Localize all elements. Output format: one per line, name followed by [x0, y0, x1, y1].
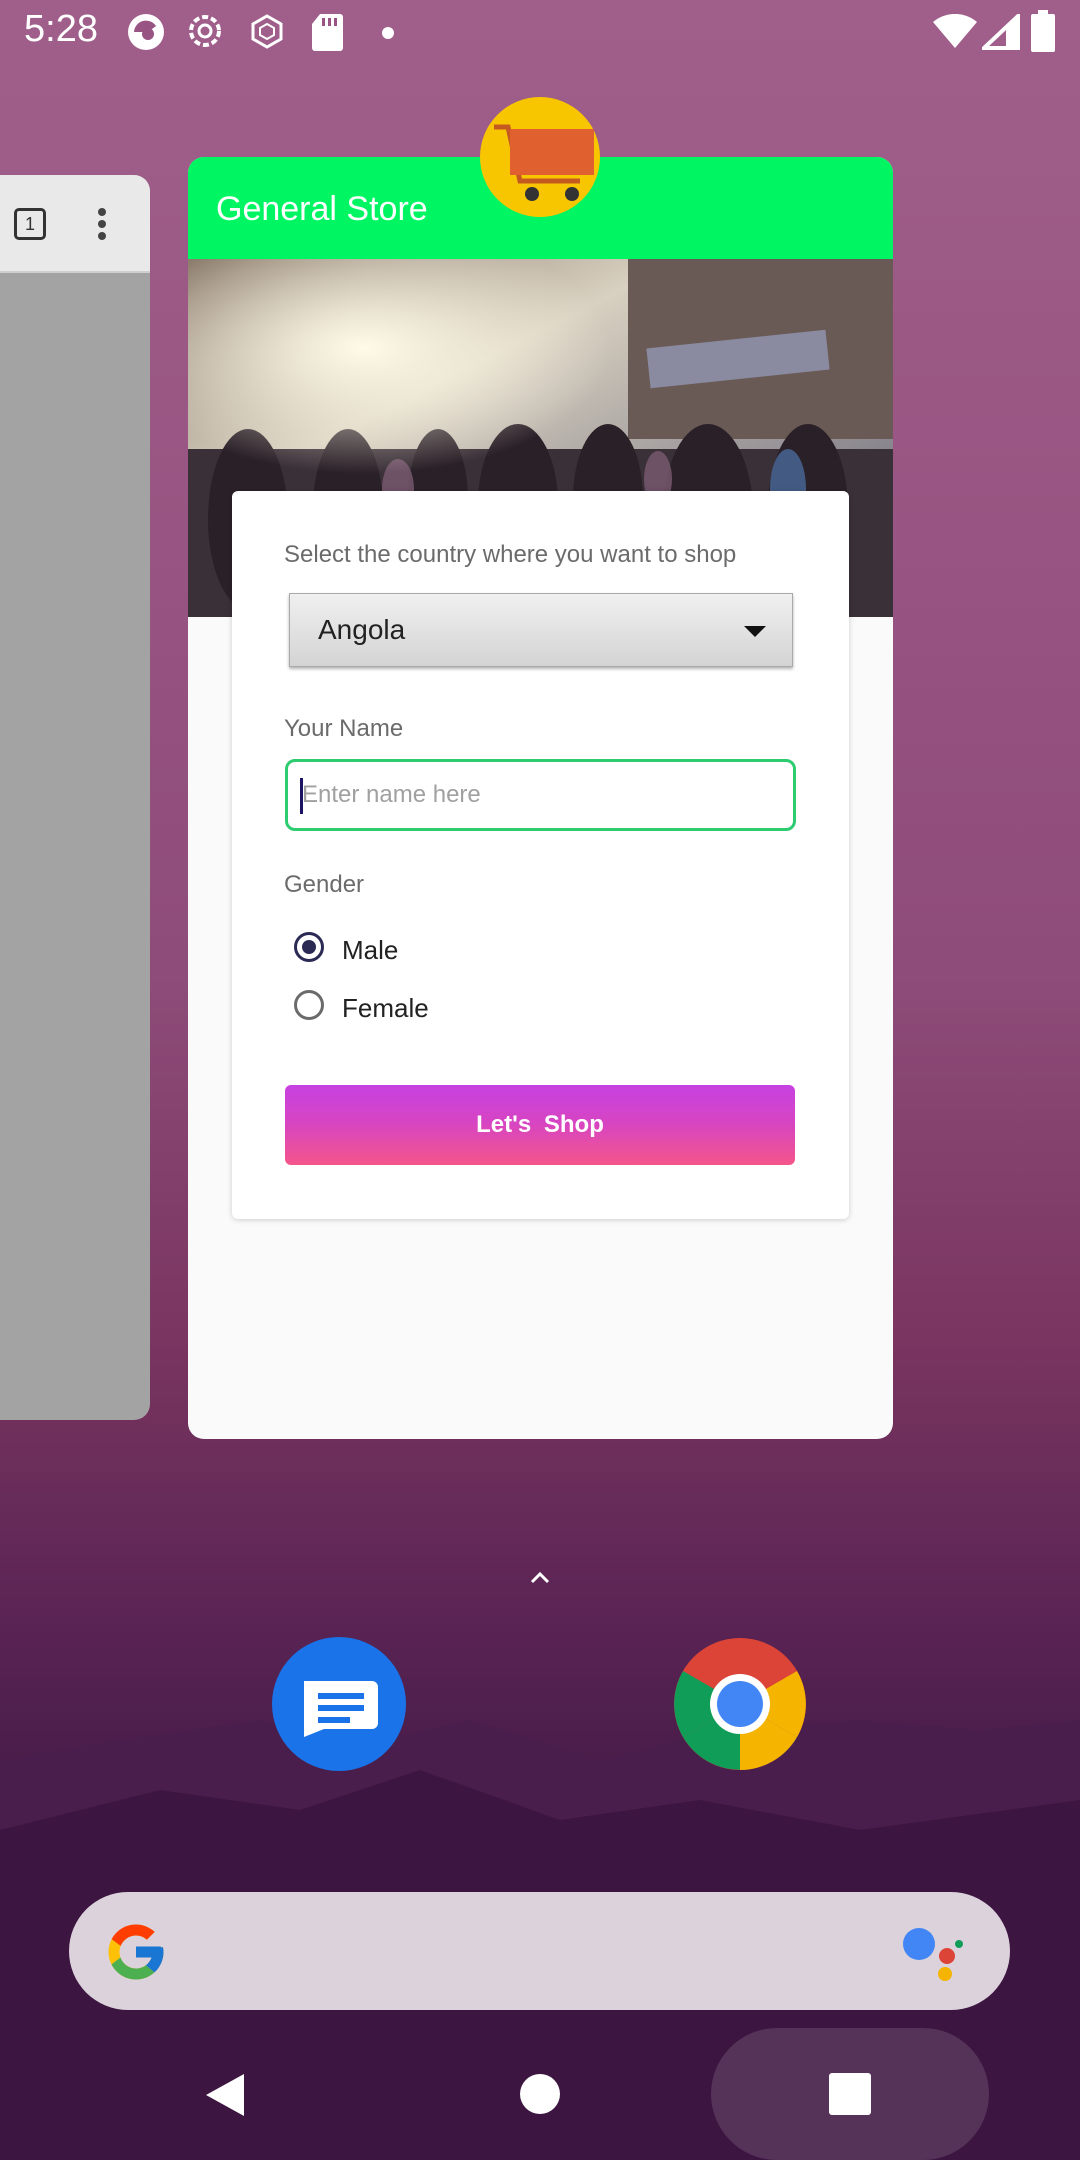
gender-label: Gender	[284, 871, 365, 898]
status-time: 5:28	[24, 8, 98, 50]
status-bar: 5:28	[0, 0, 1080, 66]
app-title: General Store	[216, 190, 428, 228]
assistant-icon[interactable]	[901, 1922, 965, 1987]
shop-form: Select the country where you want to sho…	[232, 491, 849, 1219]
tab-count-icon[interactable]: 1	[14, 208, 46, 240]
chevron-down-icon	[744, 626, 766, 637]
sd-card-icon	[310, 12, 344, 57]
more-notifications-dot-icon	[382, 26, 394, 44]
messages-icon[interactable]	[272, 1637, 406, 1771]
country-selected-value: Angola	[318, 614, 406, 645]
name-field-container	[285, 759, 796, 831]
chevron-up-icon[interactable]	[530, 1570, 550, 1589]
back-icon[interactable]	[200, 2070, 250, 2125]
signal-icon	[978, 11, 1020, 55]
wifi-icon	[932, 13, 978, 55]
name-label: Your Name	[284, 715, 404, 742]
name-input[interactable]	[302, 762, 782, 828]
google-g-icon	[103, 1919, 169, 1990]
recent-app-card-previous[interactable]: 1	[0, 175, 150, 1420]
female-radio-button[interactable]	[294, 990, 324, 1020]
male-radio-label[interactable]: Male	[342, 935, 398, 966]
female-radio-label[interactable]: Female	[342, 993, 429, 1024]
battery-icon	[1030, 10, 1056, 57]
recents-icon[interactable]	[829, 2073, 871, 2120]
browser-toolbar: 1	[0, 175, 150, 273]
recent-app-card-general-store[interactable]: General Store Select the country where y…	[188, 157, 893, 1439]
lets-shop-button[interactable]: Let's Shop	[285, 1085, 795, 1165]
app-notification-icon	[126, 12, 166, 57]
overflow-menu-icon[interactable]	[97, 207, 107, 246]
chrome-icon[interactable]	[673, 1637, 807, 1771]
google-search-bar[interactable]	[69, 1892, 1010, 2010]
male-radio-button[interactable]	[294, 932, 324, 962]
country-label: Select the country where you want to sho…	[284, 541, 737, 568]
shopping-cart-icon[interactable]	[480, 97, 600, 217]
country-dropdown[interactable]: Angola	[289, 593, 793, 667]
settings-notification-icon	[186, 12, 224, 55]
home-icon[interactable]	[519, 2073, 561, 2120]
hex-notification-icon	[248, 12, 286, 55]
